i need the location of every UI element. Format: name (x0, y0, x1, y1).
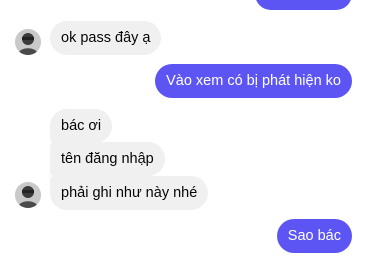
message-bubble-received[interactable]: phải ghi như này nhé (50, 176, 209, 210)
message-bubble-sent-partial[interactable] (255, 0, 352, 10)
message-bubble-received[interactable]: ok pass đây ạ (50, 21, 162, 55)
contact-avatar[interactable] (15, 29, 41, 55)
avatar-photo-icon (15, 182, 41, 208)
message-bubble-received[interactable]: bác ơi (50, 109, 113, 143)
message-bubble-sent[interactable]: Vào xem có bị phát hiện ko (155, 64, 352, 98)
message-bubble-sent[interactable]: Sao bác (276, 219, 352, 253)
message-bubble-received[interactable]: tên đăng nhập (50, 142, 165, 176)
avatar-photo-icon (15, 29, 41, 55)
contact-avatar[interactable] (15, 182, 41, 208)
